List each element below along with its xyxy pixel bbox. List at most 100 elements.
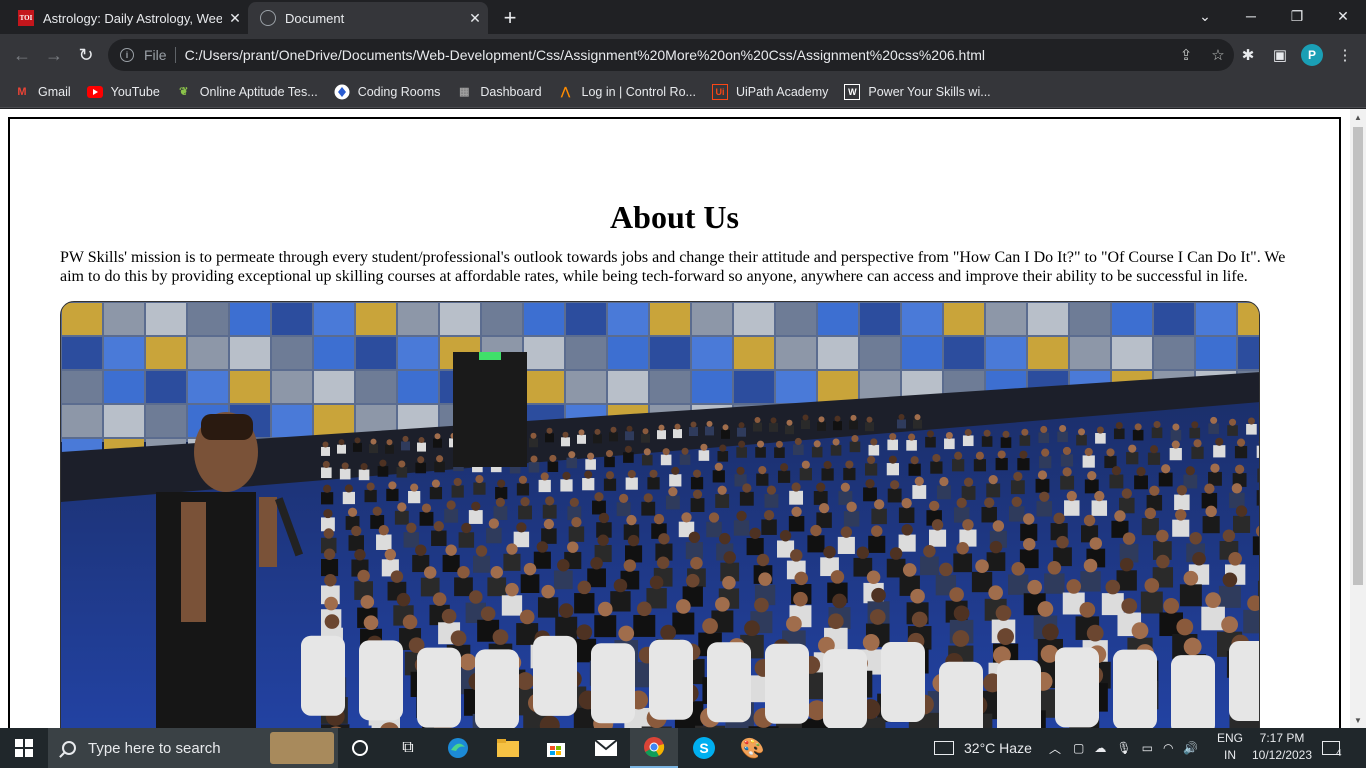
audience-head — [929, 500, 940, 512]
audience-head — [779, 530, 792, 542]
bookmark-gmail[interactable]: M Gmail — [14, 84, 70, 100]
profile-avatar[interactable]: P — [1301, 44, 1323, 66]
wall-panel — [524, 371, 564, 403]
scrollbar-thumb[interactable] — [1353, 127, 1363, 585]
bookmark-youtube[interactable]: YouTube — [86, 84, 160, 100]
wall-panel — [62, 371, 102, 403]
skype-taskbar-button[interactable]: S — [680, 728, 728, 768]
taskbar-search-box[interactable]: Type here to search — [48, 728, 338, 768]
restore-button[interactable]: ❐ — [1274, 0, 1320, 32]
audience-head — [1189, 531, 1202, 545]
system-clock[interactable]: 7:17 PM 10/12/2023 — [1250, 730, 1314, 764]
reload-button[interactable]: ↻ — [72, 41, 100, 69]
audience-head — [823, 460, 832, 470]
audience-head — [983, 429, 991, 437]
audience-body — [657, 430, 666, 440]
scroll-up-arrow-icon[interactable]: ▲ — [1350, 109, 1366, 125]
wall-panel — [398, 303, 438, 335]
file-explorer-button[interactable] — [484, 728, 532, 768]
white-chair — [707, 642, 751, 723]
task-view-button[interactable]: ⧉ — [384, 728, 432, 768]
tab-search-chevron-icon[interactable]: ⌄ — [1182, 0, 1228, 32]
minimize-button[interactable]: ─ — [1228, 0, 1274, 32]
bookmark-aptitude[interactable]: ❦ Online Aptitude Tes... — [176, 84, 318, 100]
bookmark-coding-rooms[interactable]: Coding Rooms — [334, 84, 440, 100]
audience-head — [324, 574, 337, 587]
microsoft-store-button[interactable] — [532, 728, 580, 768]
audience-head — [1192, 551, 1206, 566]
audience-head — [873, 499, 885, 510]
close-tab-icon[interactable]: ✕ — [222, 10, 248, 27]
audience-body — [1095, 433, 1106, 444]
back-button[interactable]: ← — [8, 41, 36, 69]
audience-head — [975, 559, 989, 573]
language-indicator[interactable]: ENG IN — [1212, 730, 1248, 764]
camera-tray-icon[interactable]: ▢ — [1073, 741, 1084, 755]
new-tab-button[interactable]: + — [496, 4, 524, 32]
audience-head — [1229, 418, 1237, 426]
audience-body — [458, 532, 475, 548]
extensions-icon[interactable]: ✱ — [1234, 41, 1262, 69]
onedrive-icon[interactable]: ☁ — [1094, 741, 1106, 755]
more-menu-icon[interactable]: ⋮ — [1331, 41, 1359, 69]
cortana-button[interactable] — [336, 728, 384, 768]
mail-button[interactable] — [582, 728, 630, 768]
address-bar[interactable]: i File C:/Users/prant/OneDrive/Documents… — [108, 39, 1234, 71]
audience-head — [989, 540, 1003, 554]
show-hidden-icons-chevron-icon[interactable]: ︿ — [1049, 740, 1061, 757]
audience-head — [1128, 444, 1137, 453]
wall-panel — [608, 303, 648, 335]
weather-widget[interactable]: 32°C Haze — [934, 728, 1032, 768]
microphone-icon[interactable]: 🎙 — [1116, 741, 1131, 755]
audience-head — [1183, 570, 1199, 586]
vertical-scrollbar[interactable]: ▲ ▼ — [1350, 109, 1366, 728]
forward-button[interactable]: → — [40, 41, 68, 69]
audience-head — [558, 603, 574, 618]
audience-head — [323, 484, 332, 493]
audience-head — [845, 460, 854, 469]
audience-head — [1236, 438, 1246, 447]
audience-body — [981, 506, 997, 523]
close-tab-icon[interactable]: ✕ — [462, 10, 488, 27]
url-text[interactable]: C:/Users/prant/OneDrive/Documents/Web-De… — [185, 47, 1170, 63]
tab-astrology[interactable]: TOI Astrology: Daily Astrology, Weekly ✕ — [8, 2, 248, 34]
audience-head — [871, 525, 883, 537]
tray-icons: ︿ ▢ ☁ 🎙 ▭ ◠ 🔊 — [1049, 728, 1198, 768]
bookmark-control-room[interactable]: ⋀ Log in | Control Ro... — [558, 84, 696, 100]
auditorium-photo — [60, 301, 1260, 728]
audience-head — [1205, 592, 1221, 609]
close-window-button[interactable]: ✕ — [1320, 0, 1366, 32]
audience-body — [1109, 474, 1124, 489]
audience-head — [457, 565, 470, 579]
audience-head — [692, 469, 702, 478]
chrome-taskbar-button[interactable] — [630, 728, 678, 768]
notification-center-button[interactable]: 4 — [1322, 728, 1342, 768]
audience-head — [953, 605, 970, 622]
scroll-down-arrow-icon[interactable]: ▼ — [1350, 712, 1366, 728]
share-icon[interactable]: ⇪ — [1170, 46, 1202, 64]
site-info-icon[interactable]: i — [120, 48, 134, 62]
audience-head — [341, 462, 349, 470]
audience-head — [415, 544, 427, 556]
battery-icon[interactable]: ▭ — [1142, 741, 1153, 755]
side-panel-icon[interactable]: ▣ — [1266, 41, 1294, 69]
bookmark-star-icon[interactable]: ☆ — [1202, 46, 1234, 64]
audience-body — [689, 427, 698, 437]
volume-icon[interactable]: 🔊 — [1183, 741, 1198, 755]
audience-body — [930, 461, 943, 474]
tab-document[interactable]: Document ✕ — [248, 2, 488, 34]
edge-taskbar-button[interactable] — [434, 728, 482, 768]
search-placeholder: Type here to search — [88, 739, 221, 757]
bookmark-uipath[interactable]: Ui UiPath Academy — [711, 83, 828, 100]
bookmark-pw-skills[interactable]: W Power Your Skills wi... — [844, 83, 991, 100]
audience-head — [1163, 598, 1180, 614]
audience-body — [1134, 475, 1148, 490]
audience-body — [833, 421, 842, 431]
bookmark-dashboard[interactable]: ▦ Dashboard — [456, 84, 541, 100]
paint-taskbar-button[interactable]: 🎨 — [728, 728, 776, 768]
start-button[interactable] — [0, 728, 48, 768]
audience-head — [1053, 512, 1065, 525]
audience-head — [1156, 554, 1170, 569]
wifi-icon[interactable]: ◠ — [1163, 741, 1173, 755]
audience-body — [756, 473, 769, 486]
